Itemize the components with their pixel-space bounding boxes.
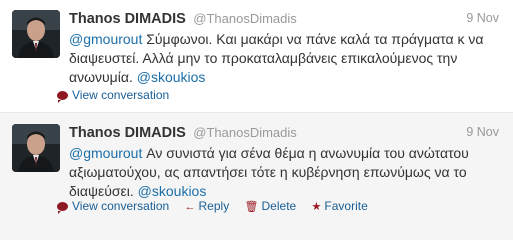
delete-label: Delete [261,199,297,213]
timestamp[interactable]: 9 Nov [466,125,499,139]
tweet-header: Thanos DIMADIS @ThanosDimadis 9 Nov [69,124,499,142]
mention-link[interactable]: @gmourout [69,31,142,47]
reply-label: Reply [198,199,230,213]
tweet-text: @gmourout Σύμφωνοι. Και μακάρι να πάνε κ… [69,30,501,87]
mention-link[interactable]: @skoukios [137,69,206,85]
conversation-bubble-icon [57,91,68,103]
tweet: Thanos DIMADIS @ThanosDimadis 9 Nov @gmo… [0,0,513,112]
reply-arrow-icon: ← [184,201,196,213]
reply-button[interactable]: ← Reply [185,199,230,213]
tweet-actions: View conversation [57,88,181,104]
star-icon: ★ [311,201,322,213]
delete-button[interactable]: 🗑︎ Delete [245,199,297,213]
trash-icon: 🗑︎ [244,201,259,213]
timestamp[interactable]: 9 Nov [466,11,499,25]
username[interactable]: @ThanosDimadis [193,11,297,26]
tweet-actions: View conversation ← Reply 🗑︎ Delete ★ Favor… [57,199,380,215]
view-conversation-button[interactable]: View conversation [57,199,170,214]
fullname[interactable]: Thanos DIMADIS [69,125,186,141]
tweet: Thanos DIMADIS @ThanosDimadis 9 Nov @gmo… [0,112,513,240]
view-conversation-label: View conversation [72,88,170,102]
avatar[interactable] [12,10,60,58]
favorite-label: Favorite [324,199,368,213]
conversation-bubble-icon [57,202,68,214]
tweet-text: @gmourout Αν συνιστά για σένα θέμα η ανω… [69,144,501,201]
mention-link[interactable]: @gmourout [69,145,142,161]
favorite-button[interactable]: ★ Favorite [312,199,368,213]
tweet-header: Thanos DIMADIS @ThanosDimadis 9 Nov [69,10,499,28]
view-conversation-button[interactable]: View conversation [57,88,170,103]
mention-link[interactable]: @skoukios [138,183,207,199]
avatar[interactable] [12,124,60,172]
view-conversation-label: View conversation [72,199,170,213]
fullname[interactable]: Thanos DIMADIS [69,11,186,27]
username[interactable]: @ThanosDimadis [193,125,297,140]
